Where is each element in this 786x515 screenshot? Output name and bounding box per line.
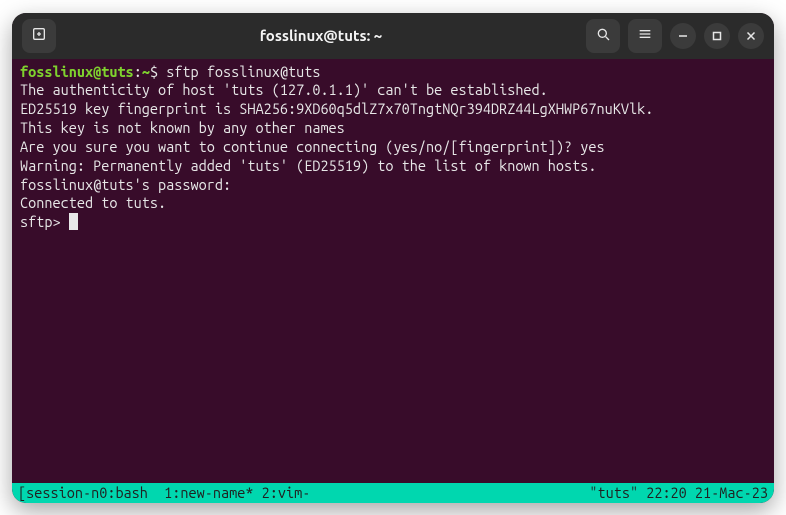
output-line: fosslinux@tuts's password: [20,176,231,193]
maximize-icon [712,27,722,45]
output-line: Connected to tuts. [20,194,166,211]
terminal-body[interactable]: fosslinux@tuts:~$ sftp fosslinux@tuts Th… [12,59,774,483]
maximize-button[interactable] [704,23,730,49]
window-title: fosslinux@tuts: ~ [64,27,578,44]
minimize-button[interactable] [670,23,696,49]
titlebar: fosslinux@tuts: ~ [12,13,774,59]
output-line: Are you sure you want to continue connec… [20,138,580,155]
output-line: ED25519 key fingerprint is SHA256:9XD60q… [20,100,653,117]
prompt-colon: : [134,63,142,80]
status-left: [session-n0:bash 1:new-name* 2:vim- [18,484,589,501]
output-line: This key is not known by any other names [20,119,345,136]
prompt-user-host: fosslinux@tuts [20,63,134,80]
command-text: sftp fosslinux@tuts [166,63,320,80]
close-icon [746,27,756,45]
new-tab-icon [31,26,47,46]
terminal-window: fosslinux@tuts: ~ [12,13,774,503]
new-tab-button[interactable] [22,19,56,53]
hamburger-icon [637,26,653,46]
prompt-path: ~ [142,63,150,80]
status-right: "tuts" 22:20 21-Mac-23 [589,484,768,501]
prompt-dollar: $ [150,63,166,80]
search-icon [595,26,611,46]
sftp-prompt: sftp> [20,213,69,230]
minimize-icon [678,27,688,45]
cursor [69,213,78,230]
tmux-statusbar: [session-n0:bash 1:new-name* 2:vim- "tut… [12,483,774,503]
close-button[interactable] [738,23,764,49]
output-line: Warning: Permanently added 'tuts' (ED255… [20,157,597,174]
user-input: yes [580,138,604,155]
search-button[interactable] [586,19,620,53]
menu-button[interactable] [628,19,662,53]
output-line: The authenticity of host 'tuts (127.0.1.… [20,81,548,98]
